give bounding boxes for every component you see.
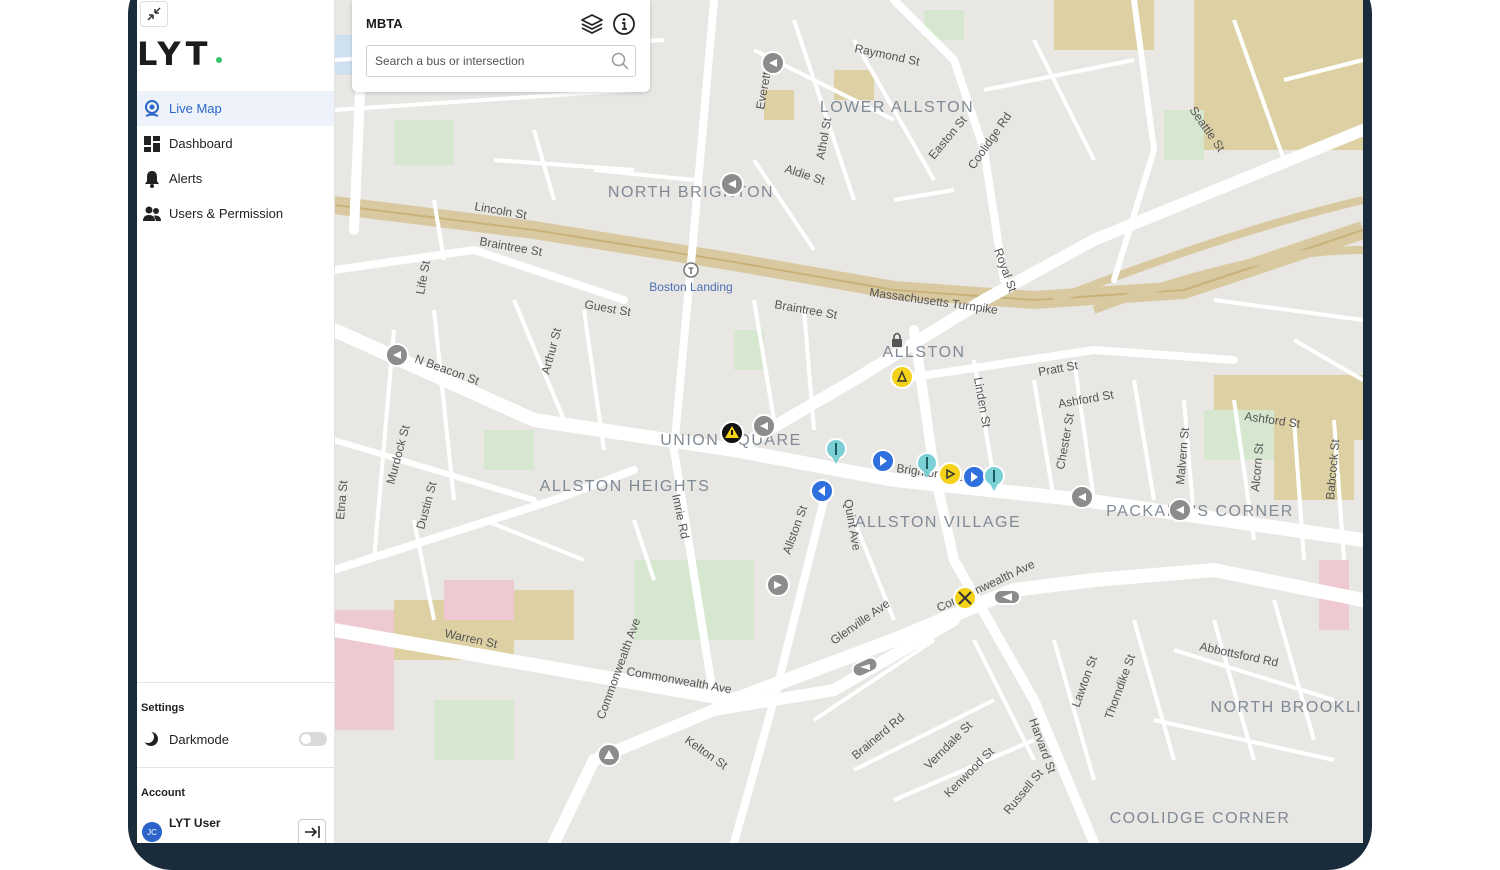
info-button[interactable]	[612, 12, 636, 36]
street-label: Alcorn St	[1248, 442, 1266, 492]
street-label: Dustin St	[413, 479, 439, 530]
neighborhood-label: COOLIDGE CORNER	[1110, 810, 1291, 827]
user-name: LYT User	[169, 816, 221, 830]
signal-marker-gray	[761, 51, 785, 75]
agency-title: MBTA	[366, 16, 403, 31]
logout-icon	[305, 826, 320, 838]
street-label: Raymond St	[853, 41, 921, 69]
settings-divider	[137, 682, 334, 683]
station-label: Boston Landing	[649, 280, 732, 294]
street-label: Russell St	[1001, 766, 1047, 817]
app-screen: LYT Live Map Dashboard Alerts Users & Pe…	[137, 0, 1363, 843]
bell-icon	[143, 170, 161, 188]
sidebar: LYT Live Map Dashboard Alerts Users & Pe…	[137, 0, 335, 843]
search-panel: MBTA	[352, 0, 650, 92]
logout-button[interactable]	[298, 819, 326, 843]
neighborhood-label: LOWER ALLSTON	[820, 99, 974, 116]
neighborhood-label: PACKARD'S CORNER	[1106, 503, 1294, 520]
signal-marker-gray	[1070, 485, 1094, 509]
teal-pin-marker	[825, 438, 847, 464]
street-label: Lawton St	[1069, 653, 1101, 709]
street-label: Kelton St	[682, 733, 730, 773]
campus-area	[514, 590, 574, 640]
railroad-crossing-marker	[953, 586, 977, 610]
sidebar-item-users[interactable]: Users & Permission	[137, 196, 334, 231]
street-label: Ashford St	[1057, 387, 1115, 411]
collapse-arrows-icon	[147, 7, 161, 21]
bus-marker	[810, 479, 834, 503]
signal-marker-gray	[752, 414, 776, 438]
search-icon[interactable]	[611, 52, 629, 70]
darkmode-row: Darkmode	[143, 729, 327, 749]
location-pin-icon	[143, 99, 161, 118]
neighborhood-label: ALLSTON HEIGHTS	[540, 478, 711, 495]
street-label: Aldie St	[783, 162, 827, 188]
neighborhood-label: NORTH BROOKLINE	[1211, 699, 1363, 716]
street-label: Arthur St	[538, 326, 564, 376]
neighborhood-label: ALLSTON VILLAGE	[855, 514, 1021, 531]
sidebar-nav: Live Map Dashboard Alerts Users & Permis…	[137, 91, 334, 231]
svg-text:T: T	[688, 266, 694, 276]
signal-marker-gray	[993, 589, 1021, 605]
street-label: Abbottsford Rd	[1198, 639, 1279, 669]
street-label: Allston St	[780, 503, 811, 556]
warning-marker[interactable]	[720, 421, 744, 445]
darkmode-toggle[interactable]	[299, 732, 327, 746]
sidebar-item-alerts[interactable]: Alerts	[137, 161, 334, 196]
search-input[interactable]	[373, 46, 607, 76]
layers-button[interactable]	[580, 12, 604, 36]
street-label: Athol St	[813, 116, 834, 160]
street-label: Life St	[413, 259, 433, 296]
sidebar-item-live-map[interactable]: Live Map	[137, 91, 334, 126]
dashboard-grid-icon	[143, 135, 161, 153]
darkmode-label: Darkmode	[169, 731, 229, 747]
bus-marker	[871, 449, 895, 473]
street-label: Imrie Rd	[669, 493, 692, 540]
neighborhood-label: NORTH BRIGHTON	[608, 184, 774, 201]
map-canvas: Raymond St Everett St Athol St Aldie St …	[334, 0, 1363, 843]
signal-marker-gray	[720, 172, 744, 196]
users-icon	[143, 205, 161, 223]
campus-area	[1194, 0, 1363, 150]
settings-title: Settings	[141, 702, 185, 714]
moon-icon	[143, 731, 158, 746]
signal-marker-gray	[1168, 498, 1192, 522]
street-label: Linden St	[971, 376, 994, 429]
signal-marker-gray	[385, 343, 409, 367]
logo-dot	[216, 57, 222, 63]
signal-marker-yellow	[938, 462, 962, 486]
street-label: Easton St	[926, 113, 971, 162]
park-area	[434, 700, 514, 760]
sidebar-item-dashboard[interactable]: Dashboard	[137, 126, 334, 161]
signal-marker-yellow	[890, 365, 914, 389]
street-label: Brainerd Rd	[849, 710, 907, 762]
bus-marker	[962, 465, 986, 489]
toggle-knob	[301, 734, 311, 744]
app-logo: LYT	[137, 35, 213, 73]
sidebar-item-label: Live Map	[169, 101, 222, 116]
street-label: Etna St	[334, 479, 350, 520]
sidebar-item-label: Dashboard	[169, 136, 233, 151]
park-area	[394, 120, 454, 165]
sidebar-item-label: Users & Permission	[169, 206, 284, 221]
signal-marker-gray	[597, 743, 621, 767]
collapse-button[interactable]	[140, 1, 168, 27]
campus-area	[834, 70, 874, 100]
signal-marker-gray	[766, 573, 790, 597]
lock-marker[interactable]	[888, 331, 906, 349]
park-area	[484, 430, 534, 470]
avatar: JC	[142, 822, 162, 842]
campus-area	[1274, 440, 1354, 500]
sidebar-item-label: Alerts	[169, 171, 203, 186]
street-label: Chester St	[1053, 412, 1077, 471]
live-map[interactable]: Raymond St Everett St Athol St Aldie St …	[334, 0, 1363, 843]
street-label: Thorndike St	[1102, 652, 1139, 721]
account-title: Account	[141, 787, 185, 799]
account-divider	[137, 767, 334, 768]
layers-icon	[581, 14, 603, 35]
search-field	[366, 45, 636, 77]
info-icon	[613, 13, 635, 35]
hospital-area	[444, 580, 514, 620]
